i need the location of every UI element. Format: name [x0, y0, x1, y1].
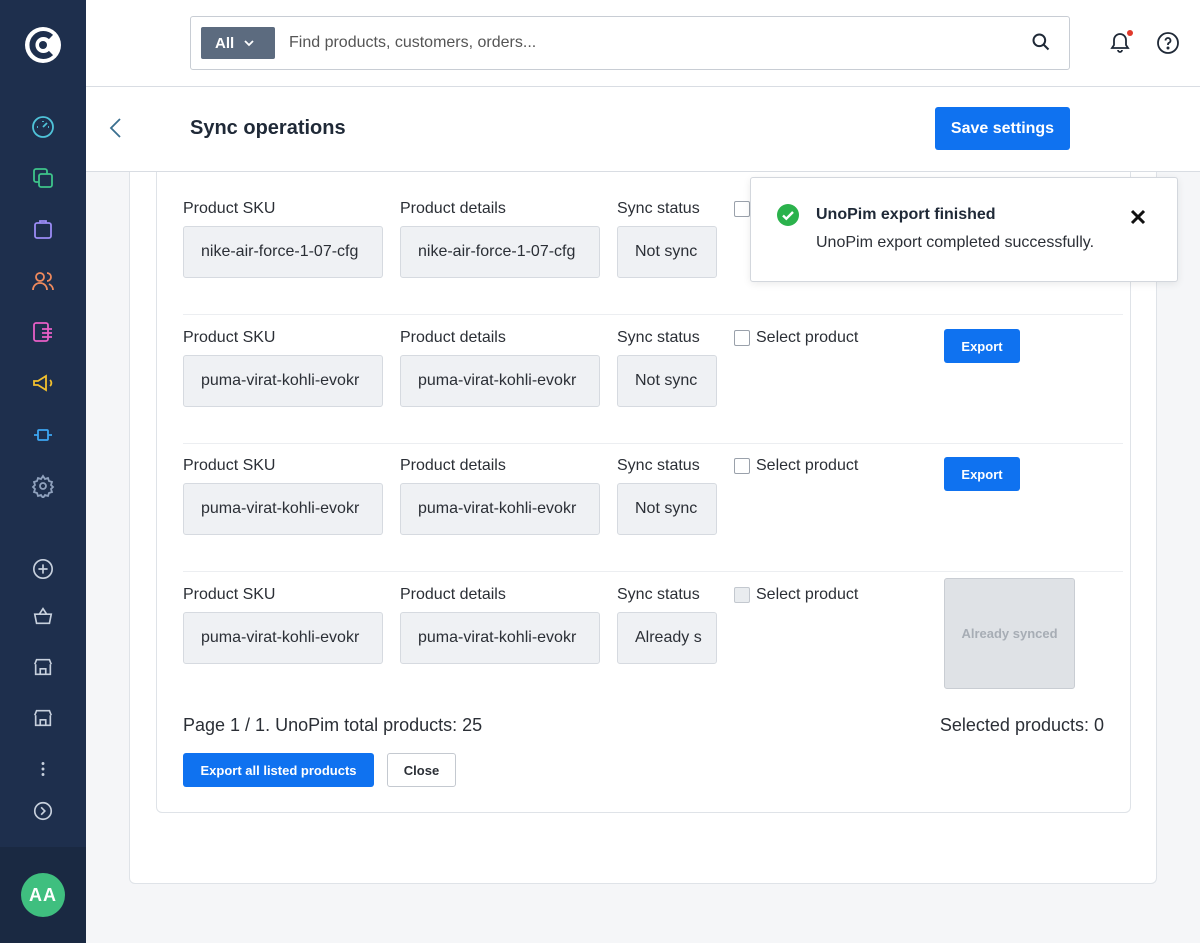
top-bar: All — [86, 0, 1200, 87]
status-label: Sync status — [617, 457, 700, 474]
sku-label: Product SKU — [183, 329, 276, 346]
select-product-checkbox: Select product — [734, 586, 858, 604]
store-icon-2[interactable] — [29, 704, 57, 732]
details-label: Product details — [400, 329, 506, 346]
notifications-bell-icon[interactable] — [1108, 30, 1134, 56]
basket-icon[interactable] — [29, 602, 57, 630]
add-icon[interactable] — [29, 555, 57, 583]
status-label: Sync status — [617, 329, 700, 346]
details-field: puma-virat-kohli-evokr — [400, 355, 600, 407]
details-label: Product details — [400, 457, 506, 474]
sku-label: Product SKU — [183, 200, 276, 217]
search-scope-dropdown[interactable]: All — [201, 27, 275, 59]
save-settings-button[interactable]: Save settings — [935, 107, 1070, 150]
status-field: Already s — [617, 612, 717, 664]
already-synced-button: Already synced — [944, 578, 1075, 689]
select-product-label: Select product — [756, 457, 859, 474]
details-field: puma-virat-kohli-evokr — [400, 612, 600, 664]
row-divider — [183, 443, 1123, 444]
details-field: puma-virat-kohli-evokr — [400, 483, 600, 535]
status-field: Not sync — [617, 483, 717, 535]
page-header: Sync operations Save settings — [86, 87, 1200, 172]
content-icon[interactable] — [29, 318, 57, 346]
global-search: All — [190, 16, 1070, 70]
export-all-button[interactable]: Export all listed products — [183, 753, 374, 787]
products-icon[interactable] — [29, 164, 57, 192]
status-label: Sync status — [617, 586, 700, 603]
expand-icon[interactable] — [29, 797, 57, 825]
sku-label: Product SKU — [183, 586, 276, 603]
status-label: Sync status — [617, 200, 700, 217]
selected-count: Selected products: 0 — [939, 715, 1104, 735]
checkbox-icon[interactable] — [734, 201, 750, 217]
close-icon[interactable] — [1129, 208, 1149, 228]
toast-message: UnoPim export completed successfully. — [816, 234, 1095, 251]
marketing-icon[interactable] — [29, 369, 57, 397]
help-icon[interactable] — [1156, 31, 1180, 55]
avatar[interactable]: AA — [21, 873, 65, 917]
sku-field: puma-virat-kohli-evokr — [183, 483, 383, 535]
select-product-label: Select product — [756, 329, 859, 346]
integrations-icon[interactable] — [29, 421, 57, 449]
search-input[interactable] — [289, 29, 989, 57]
chevron-down-icon — [244, 40, 254, 47]
product-row: Product SKU puma-virat-kohli-evokr Produ… — [183, 457, 1123, 567]
row-divider — [183, 571, 1123, 572]
select-product-checkbox[interactable]: Select product — [734, 329, 858, 347]
orders-icon[interactable] — [29, 215, 57, 243]
settings-icon[interactable] — [29, 472, 57, 500]
user-menu: AA — [0, 847, 86, 943]
details-label: Product details — [400, 200, 506, 217]
export-button[interactable]: Export — [944, 329, 1020, 363]
close-button[interactable]: Close — [387, 753, 456, 787]
search-scope-label: All — [215, 34, 235, 52]
dashboard-icon[interactable] — [29, 113, 57, 141]
status-field: Not sync — [617, 355, 717, 407]
page-title: Sync operations — [190, 117, 346, 139]
select-product-checkbox[interactable]: Select product — [734, 457, 858, 475]
details-label: Product details — [400, 586, 506, 603]
more-icon[interactable] — [29, 755, 57, 783]
notification-dot — [1127, 30, 1133, 36]
checkbox-icon[interactable] — [734, 330, 750, 346]
shop-logo[interactable] — [22, 24, 64, 66]
sku-field: puma-virat-kohli-evokr — [183, 355, 383, 407]
export-button[interactable]: Export — [944, 457, 1020, 491]
row-divider — [183, 314, 1123, 315]
store-icon[interactable] — [29, 653, 57, 681]
sku-field: nike-air-force-1-07-cfg — [183, 226, 383, 278]
customers-icon[interactable] — [29, 267, 57, 295]
status-field: Not sync — [617, 226, 717, 278]
checkbox-icon[interactable] — [734, 458, 750, 474]
select-product-label: Select product — [756, 586, 859, 603]
back-arrow-icon[interactable] — [108, 117, 128, 141]
product-row: Product SKU puma-virat-kohli-evokr Produ… — [183, 329, 1123, 439]
sku-field: puma-virat-kohli-evokr — [183, 612, 383, 664]
sku-label: Product SKU — [183, 457, 276, 474]
check-circle-icon — [777, 204, 799, 226]
product-row: Product SKU puma-virat-kohli-evokr Produ… — [183, 578, 1123, 696]
sidebar: AA — [0, 0, 86, 943]
toast-notification: UnoPim export finished UnoPim export com… — [750, 177, 1178, 282]
pagination-info: Page 1 / 1. UnoPim total products: 25 — [183, 715, 483, 735]
checkbox-icon — [734, 587, 750, 603]
details-field: nike-air-force-1-07-cfg — [400, 226, 600, 278]
toast-title: UnoPim export finished — [816, 206, 996, 223]
search-icon[interactable] — [1031, 32, 1053, 54]
